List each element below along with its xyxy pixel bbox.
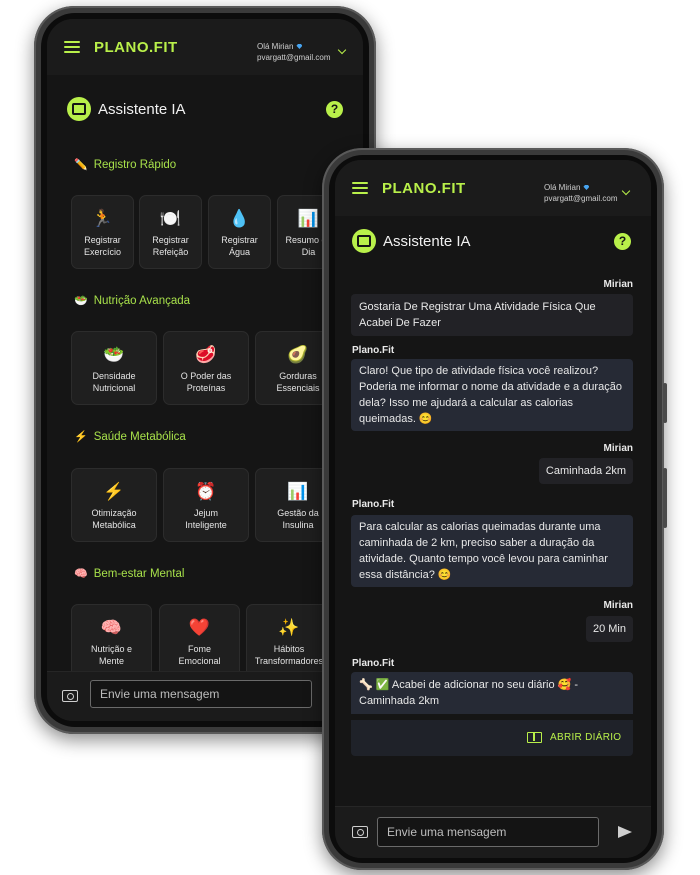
bot-message: Claro! Que tipo de atividade física você… <box>351 359 633 431</box>
help-button[interactable]: ? <box>614 232 631 250</box>
user-menu[interactable]: Olá Mirian pvargatt@gmail.com <box>257 41 363 63</box>
assistant-icon <box>67 97 91 121</box>
message-sender: Plano.Fit <box>352 499 395 510</box>
card-habitos-transformadores[interactable]: ✨ Hábitos Transformadores <box>246 604 332 678</box>
volume-button <box>663 383 667 423</box>
card-label: Registrar Água <box>221 235 258 257</box>
bot-message: Para calcular as calorias queimadas dura… <box>351 515 633 587</box>
card-registrar-agua[interactable]: 💧 Registrar Água <box>208 195 271 269</box>
assistant-icon <box>352 229 376 253</box>
runner-icon: 🏃 <box>91 209 114 228</box>
user-message: Caminhada 2km <box>538 458 633 484</box>
top-bar: PLANO.FIT Olá Mirian pvargatt@gmail.com <box>335 160 651 216</box>
menu-icon[interactable] <box>352 182 368 194</box>
card-nutricao-mente[interactable]: 🧠 Nutrição e Mente <box>71 604 152 678</box>
assistant-title: Assistente IA <box>98 100 186 118</box>
card-fome-emocional[interactable]: ❤️ Fome Emocional <box>159 604 240 678</box>
section-label: Nutrição Avançada <box>93 295 191 307</box>
send-icon[interactable] <box>618 826 632 838</box>
card-registrar-exercicio[interactable]: 🏃 Registrar Exercício <box>71 195 134 269</box>
user-greeting: Olá Mirian <box>544 183 581 192</box>
pencil-icon: ✏️ <box>74 158 88 171</box>
app-logo: PLANO.FIT <box>94 38 178 56</box>
user-email: pvargatt@gmail.com <box>257 53 331 62</box>
message-bar: Envie uma mensagem <box>47 671 363 721</box>
left-screen: PLANO.FIT Olá Mirian pvargatt@gmail.com … <box>47 19 363 721</box>
assistant-header: Assistente IA ? <box>352 229 631 253</box>
camera-icon[interactable] <box>352 826 368 838</box>
user-greeting: Olá Mirian <box>257 42 294 51</box>
card-jejum-inteligente[interactable]: ⏰ Jejum Inteligente <box>163 468 249 542</box>
card-label: O Poder das Proteínas <box>180 371 232 393</box>
message-sender: Plano.Fit <box>352 345 395 356</box>
salad-icon: 🥗 <box>103 345 125 364</box>
card-label: Registrar Refeição <box>152 235 189 257</box>
card-label: Registrar Exercício <box>83 235 121 257</box>
message-input[interactable]: Envie uma mensagem <box>90 680 312 708</box>
card-label: Nutrição e Mente <box>90 644 133 666</box>
message-placeholder: Envie uma mensagem <box>387 825 507 839</box>
message-sender: Plano.Fit <box>352 658 395 669</box>
assistant-header: Assistente IA ? <box>67 97 343 121</box>
message-input[interactable]: Envie uma mensagem <box>377 817 599 847</box>
message-bar: Envie uma mensagem <box>335 806 651 858</box>
water-drop-icon: 💧 <box>228 209 251 228</box>
card-poder-proteinas[interactable]: 🥩 O Poder das Proteínas <box>163 331 249 405</box>
user-message: Gostaria De Registrar Uma Atividade Físi… <box>351 294 633 336</box>
menu-icon[interactable] <box>64 41 80 53</box>
card-label: Otimização Metabólica <box>91 508 137 530</box>
section-label: Registro Rápido <box>93 159 177 171</box>
sparkles-icon: ✨ <box>278 618 300 637</box>
section-title-saude: ⚡ Saúde Metabólica <box>74 431 186 443</box>
meat-icon: 🥩 <box>195 345 217 364</box>
assistant-title: Assistente IA <box>383 232 471 250</box>
message-sender: Mirian <box>603 600 633 611</box>
diamond-icon <box>296 44 303 49</box>
book-icon <box>527 732 542 743</box>
user-message: 20 Min <box>585 616 633 642</box>
message-sender: Mirian <box>603 279 633 290</box>
alarm-clock-icon: ⏰ <box>195 482 217 501</box>
section-label: Saúde Metabólica <box>93 431 186 443</box>
user-menu[interactable]: Olá Mirian pvargatt@gmail.com <box>544 182 651 204</box>
top-bar: PLANO.FIT Olá Mirian pvargatt@gmail.com <box>47 19 363 75</box>
salad-icon: 🥗 <box>74 294 88 307</box>
lightning-icon: ⚡ <box>103 482 125 501</box>
phone-frame-right: PLANO.FIT Olá Mirian pvargatt@gmail.com … <box>322 148 667 870</box>
bot-message: 🦴 ✅ Acabei de adicionar no seu diário 🥰 … <box>351 672 633 714</box>
message-placeholder: Envie uma mensagem <box>100 687 220 701</box>
right-screen: PLANO.FIT Olá Mirian pvargatt@gmail.com … <box>335 160 651 858</box>
heart-icon: ❤️ <box>188 618 211 637</box>
open-diary-button[interactable]: ABRIR DIÁRIO <box>527 732 621 743</box>
section-title-registro: ✏️ Registro Rápido <box>74 159 176 171</box>
open-diary-label: ABRIR DIÁRIO <box>550 732 622 743</box>
card-registrar-refeicao[interactable]: 🍽️ Registrar Refeição <box>139 195 202 269</box>
card-label: Jejum Inteligente <box>185 508 227 530</box>
message-sender: Mirian <box>603 443 633 454</box>
section-title-bem-estar: 🧠 Bem-estar Mental <box>74 568 184 580</box>
card-label: Hábitos Transformadores <box>254 644 324 666</box>
diamond-icon <box>583 185 590 190</box>
power-button <box>663 468 667 528</box>
brain-icon: 🧠 <box>74 567 88 580</box>
user-email: pvargatt@gmail.com <box>544 194 618 203</box>
card-otimizacao-metabolica[interactable]: ⚡ Otimização Metabólica <box>71 468 157 542</box>
app-logo: PLANO.FIT <box>382 179 466 197</box>
card-densidade-nutricional[interactable]: 🥗 Densidade Nutricional <box>71 331 157 405</box>
plate-icon: 🍽️ <box>159 209 182 228</box>
camera-icon[interactable] <box>62 690 78 702</box>
lightning-icon: ⚡ <box>74 430 88 443</box>
section-label: Bem-estar Mental <box>93 568 185 580</box>
card-label: Densidade Nutricional <box>92 371 136 393</box>
section-title-nutricao: 🥗 Nutrição Avançada <box>74 295 190 307</box>
card-label: Fome Emocional <box>178 644 221 666</box>
brain-icon: 🧠 <box>100 618 123 637</box>
help-button[interactable]: ? <box>326 100 343 118</box>
